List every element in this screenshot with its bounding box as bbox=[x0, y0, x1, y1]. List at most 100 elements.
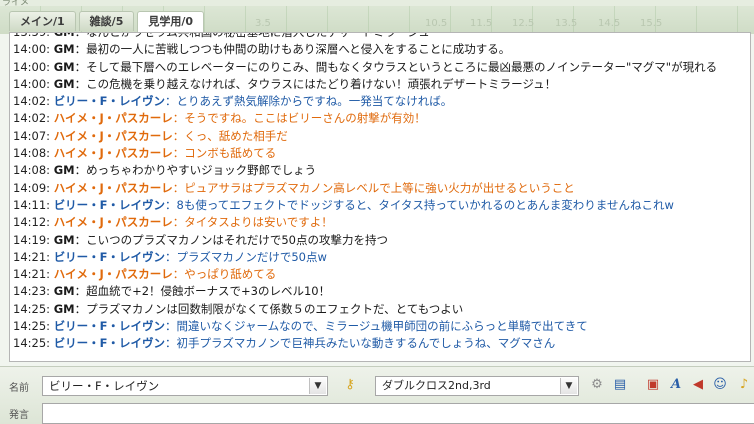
chevron-down-icon[interactable]: ▼ bbox=[560, 378, 577, 394]
message-separator: ： bbox=[165, 336, 177, 351]
message-separator: ： bbox=[172, 180, 185, 195]
message-text: とりあえず熱気解除からですね。一発当てなければ。 bbox=[176, 94, 453, 109]
message-separator: : bbox=[46, 301, 54, 316]
message-text: 間違いなくジャームなので、ミラージュ機甲師団の前にふらっと単騎で出てきて bbox=[176, 319, 588, 334]
chat-tabs: メイン/1 雑談/5 見学用/0 bbox=[9, 11, 207, 32]
message-speaker: GM bbox=[53, 301, 75, 316]
chat-message: 13:59: GM：なんとかラゼラム共和国の秘密基地に潜入したデザートミラージュ bbox=[10, 32, 750, 41]
bell-icon[interactable]: ♪ bbox=[736, 377, 752, 393]
chat-message: 14:25: ビリー・F・レイヴン：初手プラズマカノンで巨神兵みたいな動きするん… bbox=[10, 335, 750, 352]
message-time: 14:00 bbox=[13, 42, 47, 57]
tab-chat[interactable]: 雑談/5 bbox=[78, 11, 135, 31]
message-separator: ： bbox=[74, 301, 87, 316]
message-label: 発言 bbox=[9, 410, 29, 421]
message-time: 14:25 bbox=[13, 301, 47, 316]
message-separator: : bbox=[46, 111, 54, 126]
message-speaker: ビリー・F・レイヴン bbox=[53, 197, 166, 212]
name-select[interactable]: ビリー・F・レイヴン ▼ bbox=[42, 376, 328, 396]
message-text: コンボも舐めてる bbox=[184, 146, 277, 161]
message-input[interactable] bbox=[42, 403, 754, 424]
message-separator: : bbox=[46, 249, 54, 264]
message-speaker: ハイメ・J・パスカーレ bbox=[53, 180, 173, 195]
message-separator: ： bbox=[165, 249, 177, 264]
tab-main[interactable]: メイン/1 bbox=[9, 11, 76, 31]
message-text: 8も使ってエフェクトでドッジすると、タイタス持っていかれるのとあんま変わりません… bbox=[176, 197, 674, 212]
message-speaker: GM bbox=[53, 42, 75, 57]
message-separator: ： bbox=[74, 284, 87, 299]
message-separator: ： bbox=[165, 197, 177, 212]
message-text: なんとかラゼラム共和国の秘密基地に潜入したデザートミラージュ bbox=[86, 32, 430, 39]
message-separator: : bbox=[46, 146, 54, 161]
message-separator: : bbox=[46, 163, 54, 178]
chat-log[interactable]: 13:59: GM：なんとかラゼラム共和国の秘密基地に潜入したデザートミラージュ… bbox=[9, 32, 751, 362]
message-text: そして最下層へのエレベーターにのりこみ、間もなくタウラスというところに最凶最悪の… bbox=[86, 59, 718, 74]
message-separator: : bbox=[46, 128, 54, 143]
chat-message: 14:00: GM：この危機を乗り越えなければ、タウラスにはたどり着けない！頑張… bbox=[10, 76, 750, 93]
message-time: 14:00 bbox=[13, 59, 47, 74]
message-text: タイタスよりは安いですよ！ bbox=[184, 215, 333, 230]
note-icon[interactable]: ▣ bbox=[645, 377, 661, 393]
message-text: くっ、舐めた相手だ bbox=[184, 128, 288, 143]
chevron-down-icon[interactable]: ▼ bbox=[309, 378, 326, 394]
message-speaker: ハイメ・J・パスカーレ bbox=[53, 267, 173, 282]
message-speaker: GM bbox=[53, 59, 75, 74]
chat-message: 14:23: GM：超血統で+2！侵蝕ボーナスで+3のレベル10！ bbox=[10, 283, 750, 300]
message-time: 14:23 bbox=[13, 284, 47, 299]
message-time: 14:21 bbox=[13, 267, 47, 282]
message-time: 14:00 bbox=[13, 76, 47, 91]
chat-message: 14:09: ハイメ・J・パスカーレ：ピュアサラはプラズマカノン高レベルで上等に… bbox=[10, 180, 750, 197]
book-icon[interactable]: ▤ bbox=[612, 377, 628, 393]
tab-observer[interactable]: 見学用/0 bbox=[137, 11, 205, 32]
message-speaker: ハイメ・J・パスカーレ bbox=[53, 215, 173, 230]
message-separator: : bbox=[46, 180, 54, 195]
window-top-strip: ライメ bbox=[0, 0, 754, 8]
chat-message: 14:02: ビリー・F・レイヴン：とりあえず熱気解除からですね。一発当てなけれ… bbox=[10, 93, 750, 110]
chat-log-messages: 13:59: GM：なんとかラゼラム共和国の秘密基地に潜入したデザートミラージュ… bbox=[10, 32, 750, 353]
chat-message: 14:12: ハイメ・J・パスカーレ：タイタスよりは安いですよ！ bbox=[10, 214, 750, 231]
message-separator: ： bbox=[165, 94, 177, 109]
message-separator: ： bbox=[74, 232, 87, 247]
message-speaker: ビリー・F・レイヴン bbox=[53, 336, 166, 351]
chat-message: 14:21: ビリー・F・レイヴン：プラズマカノンだけで50点w bbox=[10, 249, 750, 266]
message-time: 14:25 bbox=[13, 319, 47, 334]
message-text: めっちゃわかりやすいジョック野郎でしょう bbox=[86, 163, 317, 178]
chat-message: 14:11: ビリー・F・レイヴン：8も使ってエフェクトでドッジすると、タイタス… bbox=[10, 197, 750, 214]
message-separator: : bbox=[46, 319, 54, 334]
message-text: 初手プラズマカノンで巨神兵みたいな動きするんでしょうね、マグマさん bbox=[176, 336, 556, 351]
chat-message: 14:19: GM：こいつのプラズマカノンはそれだけで50点の攻撃力を持つ bbox=[10, 232, 750, 249]
message-speaker: GM bbox=[53, 232, 75, 247]
message-text: この危機を乗り越えなければ、タウラスにはたどり着けない！頑張れデザートミラージュ… bbox=[86, 76, 557, 91]
message-text: こいつのプラズマカノンはそれだけで50点の攻撃力を持つ bbox=[86, 232, 388, 247]
message-separator: : bbox=[46, 76, 54, 91]
message-separator: : bbox=[46, 32, 54, 39]
name-select-value: ビリー・F・レイヴン bbox=[49, 379, 160, 393]
chat-message: 14:25: ビリー・F・レイヴン：間違いなくジャームなので、ミラージュ機甲師団… bbox=[10, 318, 750, 335]
message-separator: : bbox=[46, 232, 54, 247]
message-speaker: GM bbox=[53, 284, 75, 299]
font-icon[interactable]: A bbox=[668, 377, 684, 393]
message-separator: ： bbox=[172, 146, 185, 161]
game-system-select[interactable]: ダブルクロス2nd,3rd ▼ bbox=[375, 376, 579, 396]
chat-message: 14:25: GM：プラズマカノンは回数制限がなくて係数５のエフェクトだ、とても… bbox=[10, 301, 750, 318]
message-separator: ： bbox=[172, 215, 185, 230]
chat-message: 14:08: ハイメ・J・パスカーレ：コンボも舐めてる bbox=[10, 145, 750, 162]
message-time: 14:09 bbox=[13, 180, 47, 195]
name-label: 名前 bbox=[9, 383, 29, 394]
message-separator: ： bbox=[74, 163, 87, 178]
message-separator: ： bbox=[74, 59, 87, 74]
message-separator: : bbox=[46, 336, 54, 351]
input-panel: 名前 ビリー・F・レイヴン ▼ ⚷ ダブルクロス2nd,3rd ▼ ⚙ ▤ ▣ … bbox=[0, 366, 754, 424]
key-icon[interactable]: ⚷ bbox=[342, 377, 358, 393]
message-speaker: GM bbox=[53, 76, 75, 91]
message-time: 14:11 bbox=[13, 197, 47, 212]
users-icon[interactable]: ☺ bbox=[712, 377, 728, 393]
message-time: 14:08 bbox=[13, 146, 47, 161]
message-time: 14:19 bbox=[13, 232, 47, 247]
dice-settings-icon[interactable]: ⚙ bbox=[589, 377, 605, 393]
message-speaker: ハイメ・J・パスカーレ bbox=[53, 111, 173, 126]
message-time: 14:02 bbox=[13, 94, 47, 109]
sound-icon[interactable]: ◀ bbox=[690, 377, 706, 393]
message-speaker: ビリー・F・レイヴン bbox=[53, 319, 166, 334]
message-text: やっぱり舐めてる bbox=[184, 267, 277, 282]
message-time: 14:02 bbox=[13, 111, 47, 126]
